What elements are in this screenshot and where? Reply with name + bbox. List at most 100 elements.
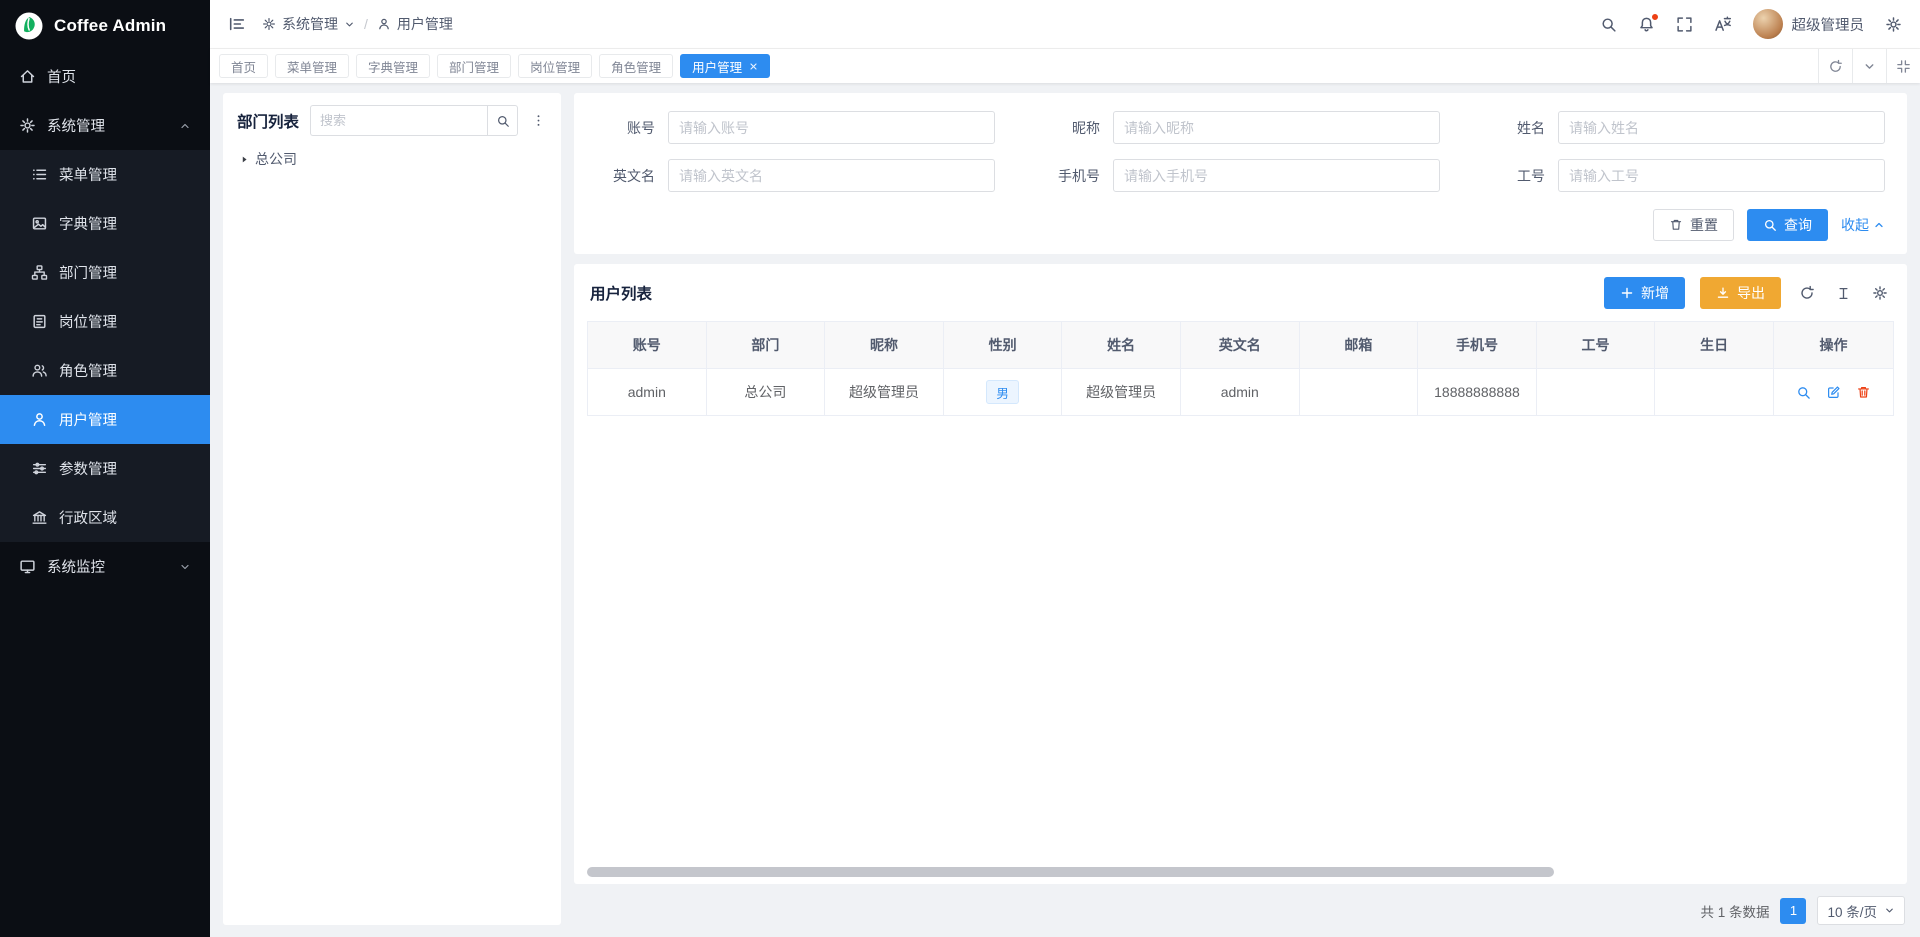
tab-user-management[interactable]: 用户管理 [680,54,770,78]
tree-node-head-office[interactable]: 总公司 [237,146,547,172]
breadcrumb-item-system[interactable]: 系统管理 [262,14,355,34]
breadcrumb: 系统管理 / 用户管理 [262,14,453,34]
filter-field-work-id: 工号 [1486,159,1885,192]
tab-label: 部门管理 [449,57,499,76]
column-header-email: 邮箱 [1299,322,1418,369]
department-search-input[interactable] [310,105,487,136]
table-header-row: 账号 部门 昵称 性别 姓名 英文名 邮箱 手机号 工号 生日 [588,322,1894,369]
global-search-button[interactable] [1600,16,1617,33]
close-tab-icon[interactable] [749,62,758,71]
gear-icon [1885,16,1902,33]
phone-input[interactable] [1113,159,1440,192]
cell-gender: 男 [943,369,1062,416]
fullscreen-button[interactable] [1676,16,1693,33]
department-more-button[interactable] [529,113,547,128]
sidebar-nav: 首页 系统管理 菜单管理 字典管理 部门管理 [0,52,210,937]
tab-role-management[interactable]: 角色管理 [599,54,673,78]
page-1-button[interactable]: 1 [1780,898,1806,924]
notifications-button[interactable] [1638,16,1655,33]
column-settings-button[interactable] [1833,286,1854,301]
add-user-button[interactable]: 新增 [1604,277,1685,309]
tab-home[interactable]: 首页 [219,54,268,78]
table-row[interactable]: admin 总公司 超级管理员 男 超级管理员 admin 1888888888… [588,369,1894,416]
sidebar: Coffee Admin 首页 系统管理 菜单管理 字典管理 [0,0,210,937]
org-tree-icon [31,264,48,281]
sidebar-item-label: 首页 [47,66,191,87]
cell-department: 总公司 [706,369,825,416]
sidebar-item-user-management[interactable]: 用户管理 [0,395,210,444]
page-size-select[interactable]: 10 条/页 [1817,896,1905,925]
view-user-button[interactable] [1796,385,1811,400]
column-header-nickname: 昵称 [825,322,944,369]
tab-options-button[interactable] [1852,49,1886,83]
tab-department-management[interactable]: 部门管理 [437,54,511,78]
user-table-container: 账号 部门 昵称 性别 姓名 英文名 邮箱 手机号 工号 生日 [587,321,1894,863]
sidebar-item-menu-management[interactable]: 菜单管理 [0,150,210,199]
export-button[interactable]: 导出 [1700,277,1781,309]
total-count-text: 共 1 条数据 [1700,901,1769,921]
name-input[interactable] [1558,111,1885,144]
scrollbar-thumb[interactable] [587,867,1554,877]
edit-icon [1826,385,1841,400]
sidebar-item-parameter-management[interactable]: 参数管理 [0,444,210,493]
reset-button[interactable]: 重置 [1653,209,1734,241]
sidebar-item-label: 字典管理 [59,213,191,234]
header-toolbar: 超级管理员 [1600,9,1903,39]
sidebar-item-label: 参数管理 [59,458,191,479]
trash-icon [1669,218,1683,232]
collapse-filters-button[interactable]: 收起 [1841,215,1885,235]
tab-dictionary-management[interactable]: 字典管理 [356,54,430,78]
tab-menu-management[interactable]: 菜单管理 [275,54,349,78]
work-id-input[interactable] [1558,159,1885,192]
account-input[interactable] [668,111,995,144]
nickname-input[interactable] [1113,111,1440,144]
user-list-toolbar: 新增 导出 [1604,277,1891,309]
edit-user-button[interactable] [1826,385,1841,400]
breadcrumb-item-user[interactable]: 用户管理 [377,14,453,34]
sidebar-item-home[interactable]: 首页 [0,52,210,101]
column-header-actions: 操作 [1774,322,1894,369]
field-label: 工号 [1486,166,1558,186]
column-header-phone: 手机号 [1418,322,1537,369]
sidebar-item-label: 岗位管理 [59,311,191,332]
query-button[interactable]: 查询 [1747,209,1828,241]
sidebar-item-position-management[interactable]: 岗位管理 [0,297,210,346]
cell-work-id [1536,369,1655,416]
content-fullscreen-button[interactable] [1886,49,1920,83]
sidebar-item-department-management[interactable]: 部门管理 [0,248,210,297]
settings-button[interactable] [1885,16,1902,33]
collapse-sidebar-button[interactable] [228,15,246,33]
delete-user-button[interactable] [1856,385,1871,400]
sidebar-item-role-management[interactable]: 角色管理 [0,346,210,395]
tab-label: 岗位管理 [530,57,580,76]
table-settings-button[interactable] [1869,285,1891,301]
caret-right-icon[interactable] [239,154,250,165]
tab-position-management[interactable]: 岗位管理 [518,54,592,78]
user-menu[interactable]: 超级管理员 [1753,9,1865,39]
sidebar-item-dictionary-management[interactable]: 字典管理 [0,199,210,248]
cell-email [1299,369,1418,416]
sidebar-item-system-monitor[interactable]: 系统监控 [0,542,210,591]
refresh-table-button[interactable] [1796,285,1818,301]
cell-name: 超级管理员 [1062,369,1181,416]
user-list-header: 用户列表 新增 导出 [587,264,1894,321]
users-icon [31,362,48,379]
collapse-label: 收起 [1841,215,1869,235]
english-name-input[interactable] [668,159,995,192]
dots-vertical-icon [531,113,546,128]
monitor-icon [19,558,36,575]
sidebar-item-label: 部门管理 [59,262,191,283]
department-search-button[interactable] [487,105,518,136]
sidebar-item-label: 菜单管理 [59,164,191,185]
sidebar-item-system-management[interactable]: 系统管理 [0,101,210,150]
export-button-label: 导出 [1737,283,1765,303]
translate-button[interactable] [1714,15,1732,33]
breadcrumb-separator: / [364,16,368,32]
current-username: 超级管理员 [1792,14,1865,35]
horizontal-scrollbar[interactable] [587,867,1894,877]
refresh-tab-button[interactable] [1818,49,1852,83]
sidebar-item-administrative-region[interactable]: 行政区域 [0,493,210,542]
app-logo[interactable]: Coffee Admin [0,0,210,52]
field-label: 英文名 [596,166,668,186]
cell-actions [1774,369,1894,416]
